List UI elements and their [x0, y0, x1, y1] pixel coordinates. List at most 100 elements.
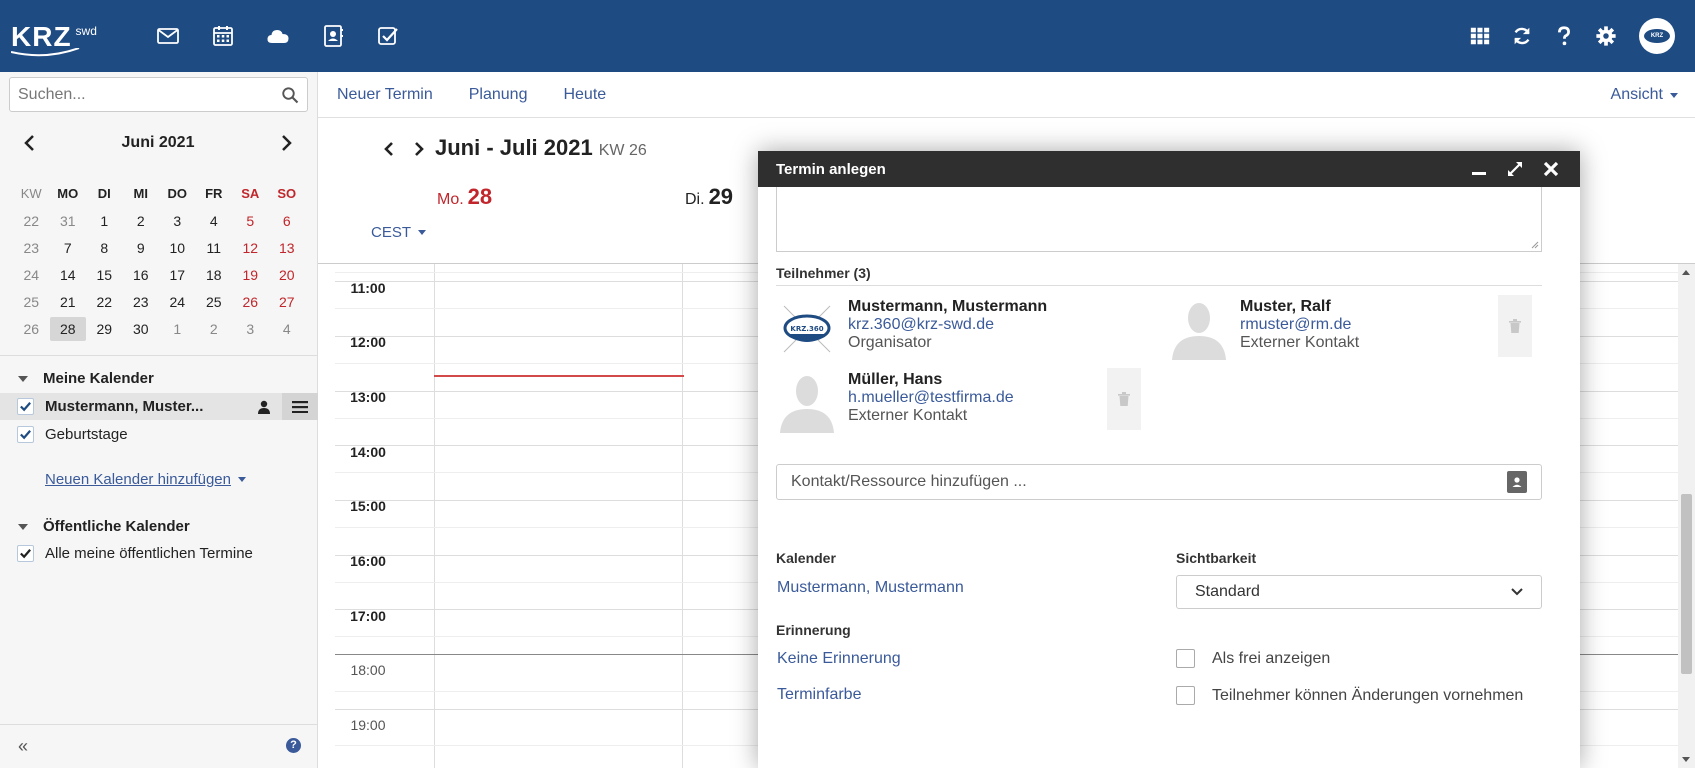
day-cell[interactable]: 14	[50, 263, 87, 287]
public-calendars-header[interactable]: Öffentliche Kalender	[18, 518, 190, 535]
settings-gear-icon[interactable]	[1585, 18, 1627, 54]
address-book-icon[interactable]	[1507, 471, 1527, 493]
day-cell[interactable]: 20	[269, 263, 306, 287]
remove-participant-button[interactable]	[1107, 368, 1141, 430]
search-box	[9, 77, 308, 112]
share-person-icon[interactable]	[246, 393, 282, 420]
next-month-icon[interactable]	[276, 132, 298, 154]
calendar-item-public[interactable]: Alle meine öffentlichen Termine	[0, 540, 318, 567]
day-cell[interactable]: 6	[269, 209, 306, 233]
day-cell[interactable]: 3	[232, 317, 269, 341]
day-cell[interactable]: 21	[50, 290, 87, 314]
mail-icon[interactable]	[140, 22, 195, 50]
day-cell[interactable]: 26	[232, 290, 269, 314]
logo-swoosh-icon	[11, 48, 80, 57]
day-cell[interactable]: 9	[123, 236, 160, 260]
day-cell[interactable]: 16	[123, 263, 160, 287]
dialog-title-bar[interactable]: Termin anlegen	[758, 151, 1580, 187]
day-cell[interactable]: 2	[123, 209, 160, 233]
reminder-link[interactable]: Keine Erinnerung	[777, 650, 901, 668]
description-textarea[interactable]	[776, 187, 1542, 252]
tasks-icon[interactable]	[360, 22, 415, 50]
day-cell[interactable]: 29	[86, 317, 123, 341]
planning-button[interactable]: Planung	[469, 86, 528, 104]
calendar-checkbox[interactable]	[17, 398, 34, 415]
help-icon[interactable]	[1543, 18, 1585, 54]
search-input[interactable]	[18, 85, 281, 104]
timezone-dropdown[interactable]: CEST	[371, 224, 427, 241]
participant-email[interactable]: krz.360@krz-swd.de	[848, 316, 1047, 334]
day-header-today[interactable]: Mo. 28	[437, 184, 492, 210]
day-cell[interactable]: 8	[86, 236, 123, 260]
grid-scrollbar[interactable]	[1678, 264, 1695, 768]
resize-handle-icon[interactable]	[1531, 241, 1539, 249]
mini-calendar-week: 22 31 1 2 3 4 5 6	[13, 207, 305, 234]
day-cell[interactable]: 1	[86, 209, 123, 233]
calendar-item-mustermann[interactable]: Mustermann, Muster...	[0, 393, 318, 420]
visibility-select[interactable]: Standard	[1176, 575, 1542, 609]
expand-icon[interactable]	[1504, 159, 1526, 179]
day-cell[interactable]: 4	[269, 317, 306, 341]
remove-participant-button[interactable]	[1498, 295, 1532, 357]
hamburger-menu-icon[interactable]	[282, 393, 318, 420]
show-as-free-option[interactable]: Als frei anzeigen	[1176, 649, 1330, 668]
scroll-thumb[interactable]	[1681, 494, 1692, 674]
day-cell[interactable]: 5	[232, 209, 269, 233]
minimize-icon[interactable]	[1468, 159, 1490, 179]
day-cell[interactable]: 1	[159, 317, 196, 341]
cloud-icon[interactable]	[250, 22, 305, 50]
participants-can-edit-option[interactable]: Teilnehmer können Änderungen vornehmen	[1176, 686, 1523, 705]
apps-grid-icon[interactable]	[1459, 18, 1501, 54]
day-cell-today[interactable]: 28	[49, 316, 86, 341]
add-calendar-link[interactable]: Neuen Kalender hinzufügen	[45, 471, 246, 488]
calendar-checkbox[interactable]	[17, 426, 34, 443]
day-cell[interactable]: 11	[196, 236, 233, 260]
krz-logo[interactable]: KRZ swd	[11, 22, 97, 57]
day-cell[interactable]: 31	[50, 209, 87, 233]
show-as-free-checkbox[interactable]	[1176, 649, 1195, 668]
day-cell[interactable]: 23	[123, 290, 160, 314]
day-cell[interactable]: 30	[123, 317, 160, 341]
scroll-up-icon[interactable]	[1682, 270, 1690, 275]
my-calendars-header[interactable]: Meine Kalender	[18, 370, 154, 387]
today-button[interactable]: Heute	[563, 86, 606, 104]
close-icon[interactable]	[1540, 159, 1562, 179]
view-dropdown[interactable]: Ansicht	[1611, 86, 1678, 104]
day-cell[interactable]: 27	[269, 290, 306, 314]
day-cell[interactable]: 22	[86, 290, 123, 314]
day-cell[interactable]: 24	[159, 290, 196, 314]
day-cell[interactable]: 7	[50, 236, 87, 260]
calendar-icon[interactable]	[195, 22, 250, 50]
day-header[interactable]: Di. 29	[685, 184, 733, 210]
day-cell[interactable]: 25	[196, 290, 233, 314]
day-cell[interactable]: 12	[232, 236, 269, 260]
day-cell[interactable]: 19	[232, 263, 269, 287]
day-cell[interactable]: 4	[196, 209, 233, 233]
new-event-button[interactable]: Neuer Termin	[337, 86, 433, 104]
user-avatar[interactable]: KRZ	[1639, 18, 1675, 54]
prev-period-icon[interactable]	[378, 138, 400, 160]
participant-email[interactable]: rmuster@rm.de	[1240, 316, 1359, 334]
calendar-checkbox[interactable]	[17, 545, 34, 562]
sidebar-help-icon[interactable]: ?	[286, 738, 301, 753]
participants-can-edit-checkbox[interactable]	[1176, 686, 1195, 705]
prev-month-icon[interactable]	[18, 132, 40, 154]
search-icon[interactable]	[281, 86, 299, 104]
day-cell[interactable]: 3	[159, 209, 196, 233]
calendar-item-geburtstage[interactable]: Geburtstage	[0, 421, 318, 448]
scroll-down-icon[interactable]	[1682, 757, 1690, 762]
address-book-icon[interactable]	[305, 22, 360, 50]
add-contact-input[interactable]	[791, 473, 1507, 491]
day-cell[interactable]: 17	[159, 263, 196, 287]
day-cell[interactable]: 18	[196, 263, 233, 287]
collapse-sidebar-button[interactable]: «	[18, 736, 28, 757]
day-cell[interactable]: 2	[196, 317, 233, 341]
day-cell[interactable]: 15	[86, 263, 123, 287]
event-color-link[interactable]: Terminfarbe	[777, 686, 861, 704]
next-period-icon[interactable]	[408, 138, 430, 160]
participant-email[interactable]: h.mueller@testfirma.de	[848, 389, 1014, 407]
calendar-select-link[interactable]: Mustermann, Mustermann	[777, 579, 964, 597]
day-cell[interactable]: 10	[159, 236, 196, 260]
day-cell[interactable]: 13	[269, 236, 306, 260]
refresh-icon[interactable]	[1501, 18, 1543, 54]
